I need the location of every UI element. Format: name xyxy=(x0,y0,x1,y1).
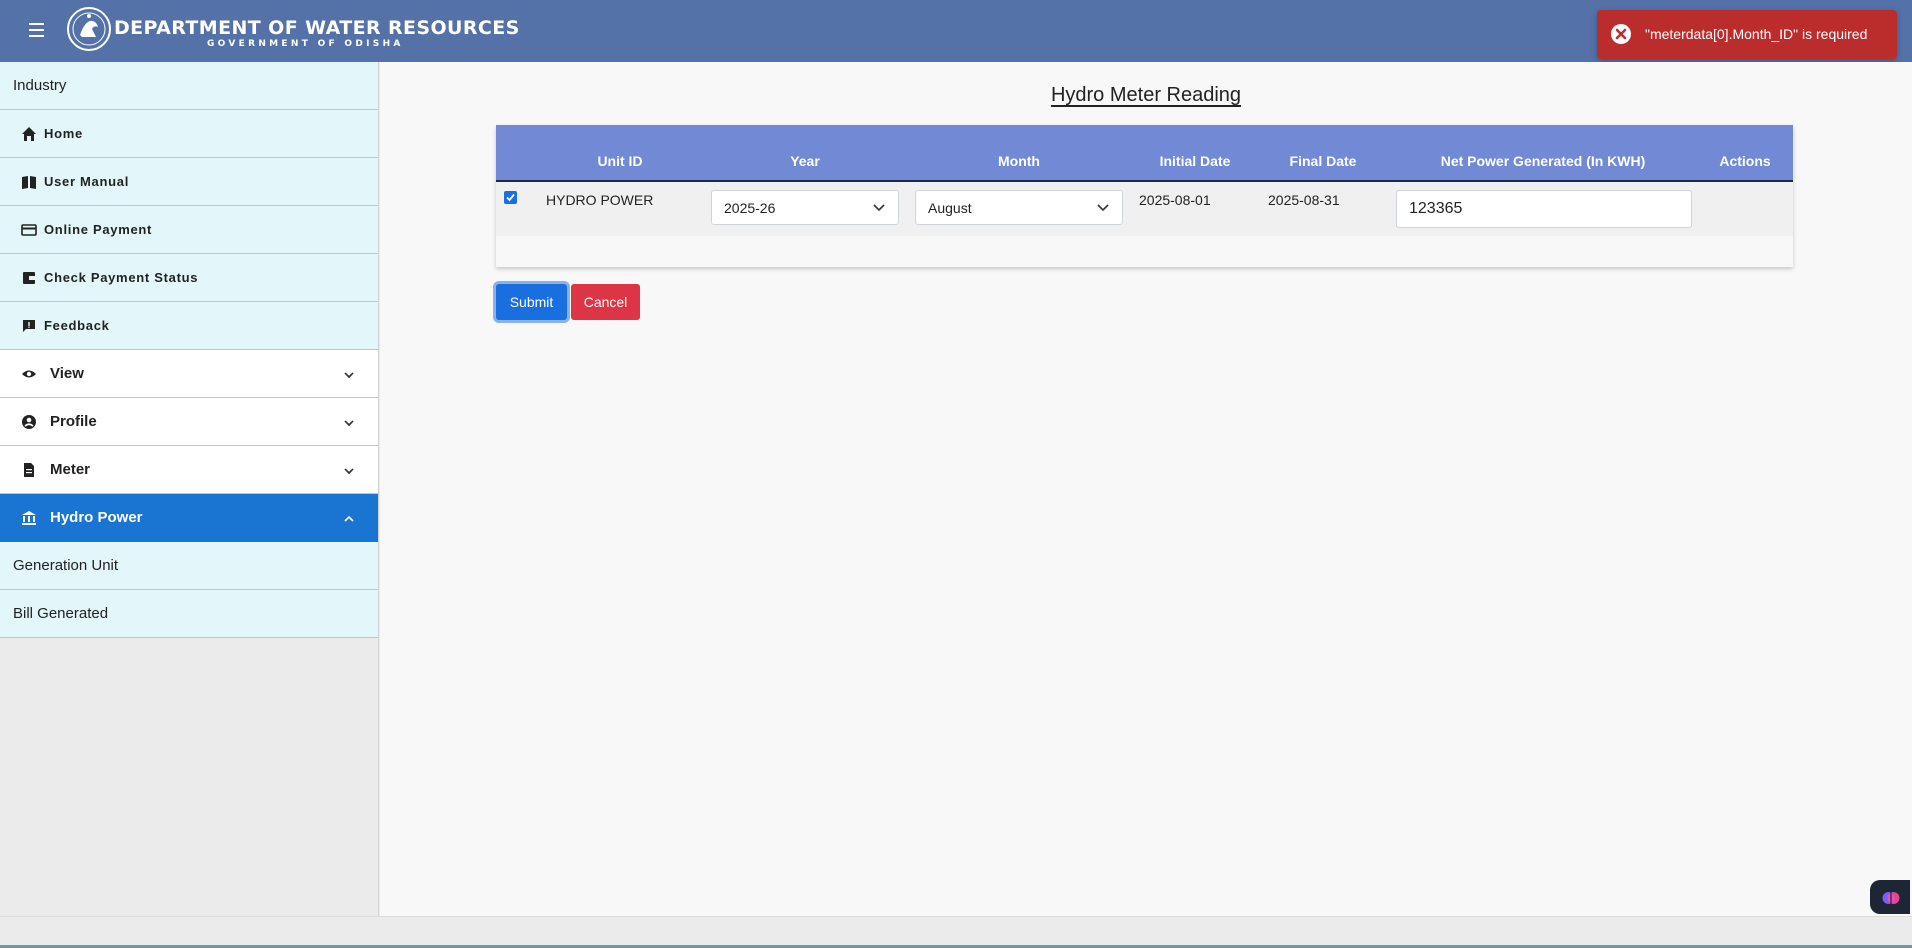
column-header-actions: Actions xyxy=(1719,153,1771,169)
chevron-down-icon xyxy=(344,420,354,427)
footer-strip xyxy=(0,916,1912,948)
sidebar: Industry Home User Manual Online Payment… xyxy=(0,62,379,916)
credit-card-icon xyxy=(21,224,37,236)
home-icon xyxy=(22,127,36,141)
feedback-icon xyxy=(23,320,35,332)
document-icon xyxy=(24,463,34,477)
floating-assistant-button[interactable] xyxy=(1870,880,1910,914)
sidebar-item-label: Bill Generated xyxy=(13,605,109,622)
chevron-down-icon xyxy=(344,468,354,475)
brain-icon xyxy=(1882,892,1900,904)
chevron-down-icon xyxy=(344,372,354,379)
table-header: Unit ID Year Month Initial Date Final Da… xyxy=(496,125,1793,182)
sidebar-item-label: Home xyxy=(44,126,83,141)
sidebar-item-home[interactable]: Home xyxy=(0,110,378,158)
user-circle-icon xyxy=(22,415,36,429)
net-power-input[interactable]: 123365 xyxy=(1396,190,1692,228)
year-select[interactable]: 2025-26 xyxy=(711,190,899,225)
sidebar-item-generation-unit[interactable]: Generation Unit xyxy=(0,542,378,590)
book-icon xyxy=(22,176,36,189)
sidebar-item-label: Generation Unit xyxy=(13,557,119,574)
meter-reading-table: Unit ID Year Month Initial Date Final Da… xyxy=(496,125,1793,267)
year-select-value: 2025-26 xyxy=(724,200,776,216)
sidebar-item-feedback[interactable]: Feedback xyxy=(0,302,378,350)
sidebar-group-label: Meter xyxy=(50,461,91,478)
cell-unit-id: HYDRO POWER xyxy=(546,192,654,208)
eye-icon xyxy=(22,370,36,378)
column-header-final-date: Final Date xyxy=(1289,153,1357,169)
error-toast[interactable]: "meterdata[0].Month_ID" is required xyxy=(1597,10,1897,59)
column-header-initial-date: Initial Date xyxy=(1159,153,1231,169)
sidebar-section-industry[interactable]: Industry xyxy=(0,62,378,110)
page-title-text: Hydro Meter Reading xyxy=(1050,84,1242,106)
column-header-year: Year xyxy=(790,153,820,169)
chevron-down-icon xyxy=(873,204,885,212)
wallet-icon xyxy=(23,272,35,284)
chevron-up-icon xyxy=(344,515,354,522)
column-header-month: Month xyxy=(998,153,1040,169)
department-subtitle: GOVERNMENT OF ODISHA xyxy=(207,39,404,49)
sidebar-item-label: Check Payment Status xyxy=(44,270,199,285)
cell-final-date: 2025-08-31 xyxy=(1268,192,1340,208)
submit-button[interactable]: Submit xyxy=(496,284,567,320)
month-select[interactable]: August xyxy=(915,190,1123,225)
sidebar-item-label: User Manual xyxy=(44,174,130,189)
hamburger-menu-icon[interactable] xyxy=(26,23,48,39)
sidebar-group-label: Profile xyxy=(50,413,97,430)
odisha-emblem-logo xyxy=(67,7,111,51)
sidebar-group-meter[interactable]: Meter xyxy=(0,446,378,494)
sidebar-item-bill-generated[interactable]: Bill Generated xyxy=(0,590,378,638)
sidebar-item-check-payment-status[interactable]: Check Payment Status xyxy=(0,254,378,302)
sidebar-item-user-manual[interactable]: User Manual xyxy=(0,158,378,206)
bank-icon xyxy=(22,511,36,525)
sidebar-item-label: Online Payment xyxy=(44,222,153,237)
sidebar-group-label: Hydro Power xyxy=(50,509,143,526)
cancel-button[interactable]: Cancel xyxy=(571,284,640,320)
chevron-down-icon xyxy=(1097,204,1109,212)
department-title: DEPARTMENT OF WATER RESOURCES xyxy=(114,17,520,39)
page-title: Hydro Meter Reading xyxy=(380,84,1912,107)
sidebar-section-label: Industry xyxy=(13,77,67,94)
month-select-value: August xyxy=(928,200,972,216)
sidebar-group-label: View xyxy=(50,365,84,382)
error-toast-message: "meterdata[0].Month_ID" is required xyxy=(1645,26,1868,42)
column-header-net-power: Net Power Generated (In KWH) xyxy=(1440,153,1646,169)
main-content: Hydro Meter Reading Unit ID Year Month I… xyxy=(380,62,1912,916)
sidebar-item-label: Feedback xyxy=(44,318,110,333)
sidebar-group-view[interactable]: View xyxy=(0,350,378,398)
sidebar-group-hydro-power[interactable]: Hydro Power xyxy=(0,494,378,542)
row-checkbox[interactable] xyxy=(504,191,517,204)
sidebar-item-online-payment[interactable]: Online Payment xyxy=(0,206,378,254)
cell-initial-date: 2025-08-01 xyxy=(1139,192,1211,208)
error-x-icon xyxy=(1611,24,1631,44)
column-header-unit-id: Unit ID xyxy=(597,153,643,169)
sidebar-group-profile[interactable]: Profile xyxy=(0,398,378,446)
table-row: HYDRO POWER 2025-26 August 2025-08-01 20… xyxy=(496,182,1793,236)
